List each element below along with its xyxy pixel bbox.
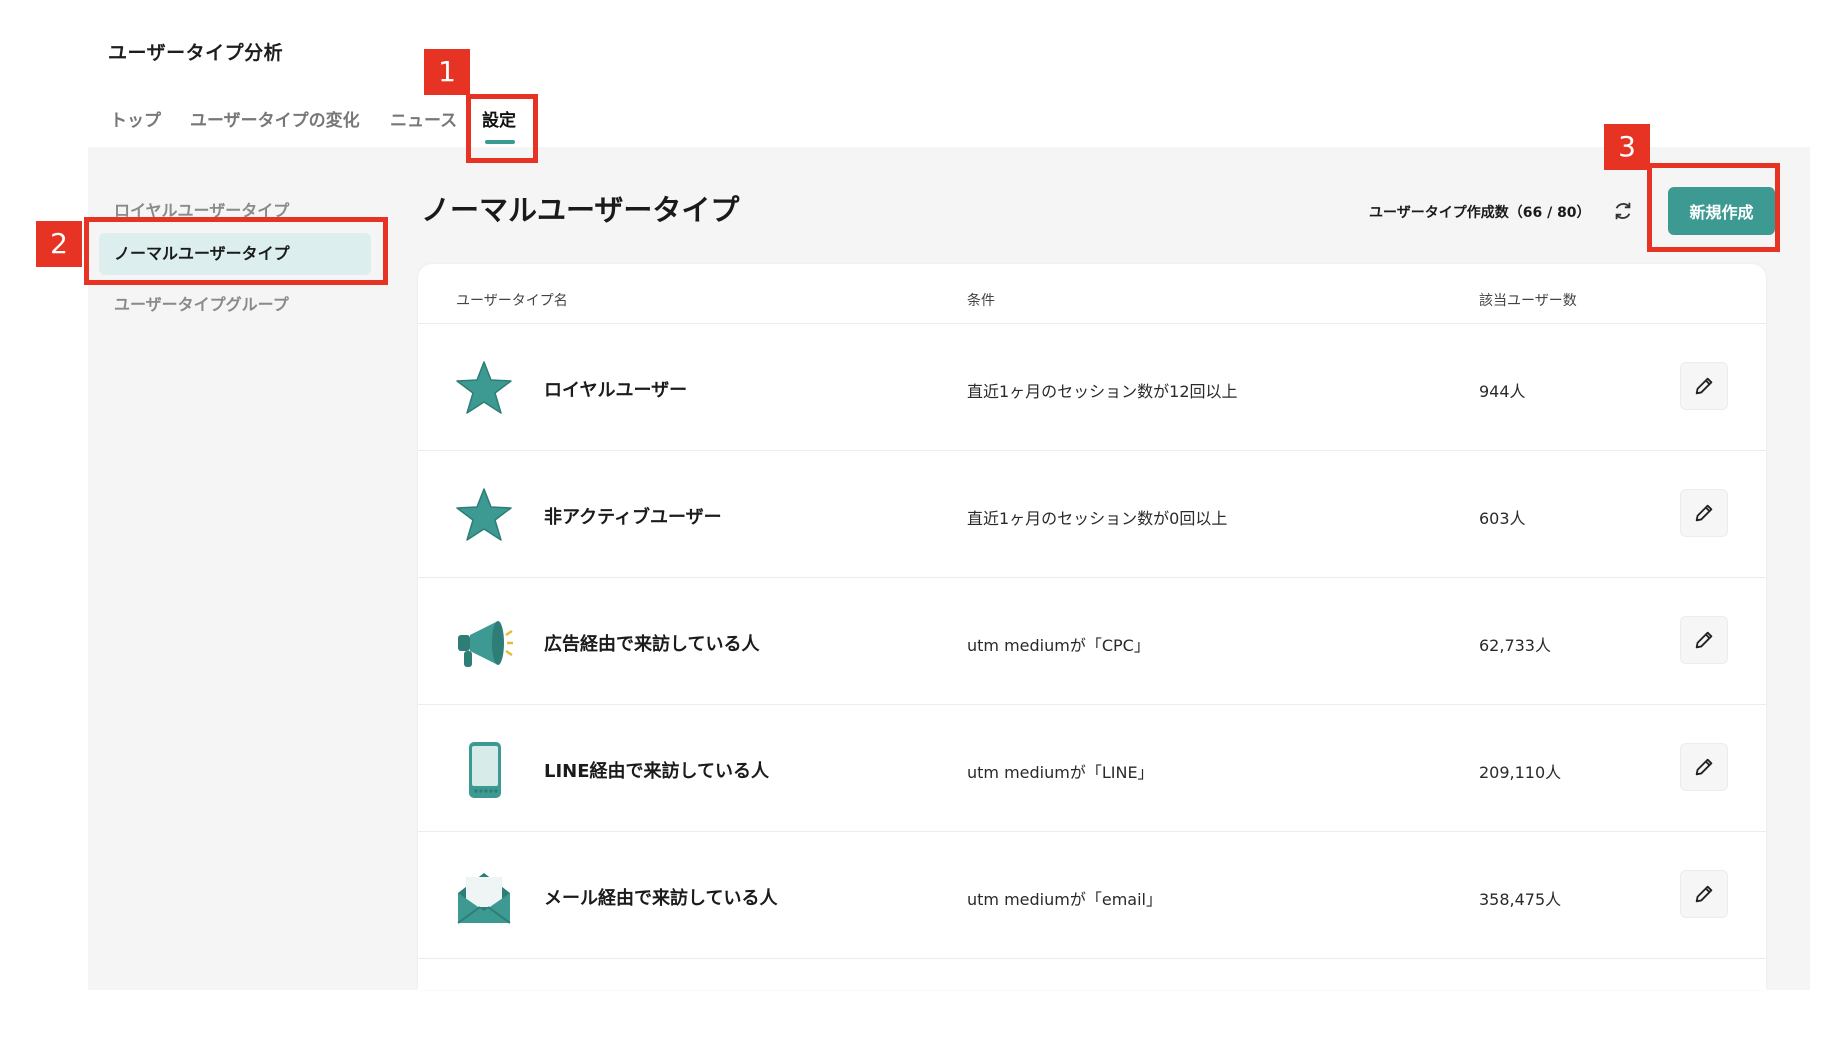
row-count: 209,110人 (1479, 763, 1562, 782)
row-condition: 直近1ヶ月のセッション数が0回以上 (967, 509, 1228, 528)
usertype-count-label: ユーザータイプ作成数（66 / 80） (1369, 205, 1591, 221)
table-row[interactable]: 広告経由で来訪している人 utm mediumが「CPC」 62,733人 (418, 577, 1766, 705)
pencil-icon (1695, 758, 1713, 776)
row-count: 944人 (1479, 382, 1526, 401)
annotation-number-3: 3 (1604, 124, 1650, 170)
column-header-condition: 条件 (967, 293, 995, 309)
envelope-icon (457, 873, 511, 924)
row-name: 非アクティブユーザー (544, 507, 722, 528)
table-row[interactable]: ロイヤルユーザー 直近1ヶ月のセッション数が12回以上 944人 (418, 323, 1766, 451)
app-title: ユーザータイプ分析 (108, 42, 284, 64)
row-condition: utm mediumが「email」 (967, 890, 1162, 909)
megaphone-icon (458, 621, 513, 667)
refresh-icon[interactable] (1612, 200, 1634, 222)
tab-news[interactable]: ニュース (390, 106, 457, 131)
row-name: LINE経由で来訪している人 (544, 761, 769, 782)
tab-usertype-change[interactable]: ユーザータイプの変化 (190, 106, 360, 131)
annotation-box-2 (84, 217, 388, 285)
row-count: 603人 (1479, 509, 1526, 528)
edit-button[interactable] (1680, 616, 1728, 664)
pencil-icon (1695, 885, 1713, 903)
row-name: ロイヤルユーザー (544, 380, 688, 401)
star-icon (456, 361, 512, 414)
column-header-count: 該当ユーザー数 (1479, 293, 1577, 309)
table-row-divider (418, 958, 1766, 990)
edit-button[interactable] (1680, 362, 1728, 410)
row-count: 62,733人 (1479, 636, 1551, 655)
row-condition: utm mediumが「LINE」 (967, 763, 1154, 782)
page-title: ノーマルユーザータイプ (421, 193, 740, 227)
pencil-icon (1695, 504, 1713, 522)
column-header-name: ユーザータイプ名 (456, 293, 568, 309)
annotation-box-3 (1647, 163, 1780, 252)
sidebar-item-usertype-group[interactable]: ユーザータイプグループ (114, 291, 289, 315)
table-row[interactable]: LINE経由で来訪している人 utm mediumが「LINE」 209,110… (418, 704, 1766, 832)
annotation-number-2: 2 (36, 221, 82, 267)
smartphone-icon (469, 742, 501, 798)
edit-button[interactable] (1680, 743, 1728, 791)
row-name: 広告経由で来訪している人 (544, 634, 760, 655)
edit-button[interactable] (1680, 870, 1728, 918)
row-name: メール経由で来訪している人 (544, 888, 778, 909)
tab-top[interactable]: トップ (110, 106, 161, 131)
annotation-box-1 (466, 94, 538, 163)
table-row[interactable]: 非アクティブユーザー 直近1ヶ月のセッション数が0回以上 603人 (418, 450, 1766, 578)
pencil-icon (1695, 377, 1713, 395)
pencil-icon (1695, 631, 1713, 649)
annotation-number-1: 1 (424, 49, 470, 95)
row-condition: 直近1ヶ月のセッション数が12回以上 (967, 382, 1238, 401)
star-icon (456, 488, 512, 541)
edit-button[interactable] (1680, 489, 1728, 537)
row-condition: utm mediumが「CPC」 (967, 636, 1150, 655)
table-row[interactable]: メール経由で来訪している人 utm mediumが「email」 358,475… (418, 831, 1766, 959)
row-count: 358,475人 (1479, 890, 1562, 909)
usertype-table: ユーザータイプ名 条件 該当ユーザー数 ロイヤルユーザー 直近1ヶ月のセッション… (418, 264, 1766, 990)
